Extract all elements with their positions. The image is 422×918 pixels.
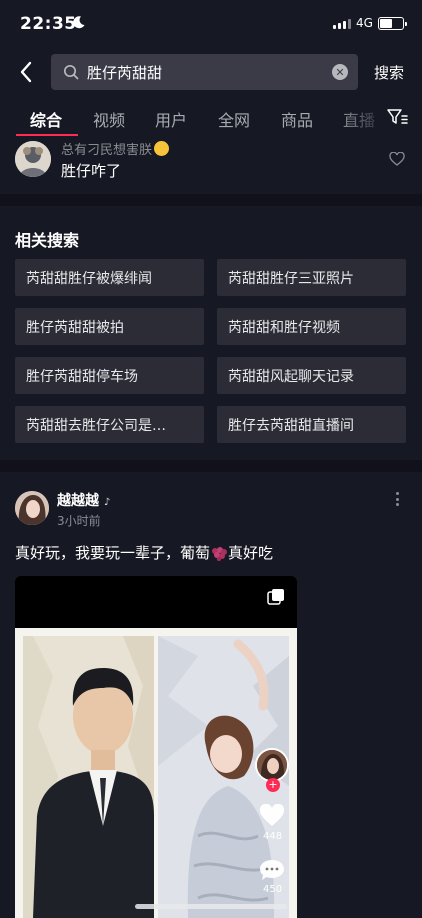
- dot-icon: [395, 503, 399, 506]
- like-count: 448: [263, 831, 283, 842]
- dot-icon: [395, 492, 399, 495]
- comment-count: 450: [263, 884, 283, 895]
- related-search-chip[interactable]: 芮甜甜去胜仔公司是…: [15, 406, 204, 443]
- like-icon[interactable]: [259, 804, 285, 828]
- man-portrait-image: [23, 636, 154, 918]
- avatar-image: [15, 491, 49, 525]
- status-bar: 22:35 4G: [0, 0, 422, 50]
- network-type: 4G: [356, 16, 373, 30]
- section-divider: [0, 194, 422, 206]
- comment-icon[interactable]: [259, 858, 285, 882]
- avatar-image: [15, 141, 51, 177]
- status-time: 22:35: [20, 14, 77, 34]
- grape-emoji-icon: [212, 547, 228, 561]
- chevron-left-icon: [20, 61, 32, 83]
- photo-man: [23, 636, 154, 918]
- search-icon: [63, 64, 79, 80]
- post-username[interactable]: 越越越 ♪: [57, 490, 110, 510]
- tab-products[interactable]: 商品: [281, 107, 313, 131]
- avatar[interactable]: [15, 491, 49, 525]
- tab-all[interactable]: 综合: [30, 107, 62, 131]
- creator-avatar[interactable]: [255, 748, 289, 782]
- comment-text: 胜仔咋了: [61, 162, 122, 180]
- video-thumbnail[interactable]: [15, 576, 297, 918]
- search-input[interactable]: 胜仔芮甜甜 ✕: [51, 54, 358, 90]
- comment-username[interactable]: 总有刁民想害朕: [61, 139, 170, 158]
- home-indicator[interactable]: [135, 904, 287, 909]
- related-search-chip[interactable]: 胜仔去芮甜甜直播间: [217, 406, 406, 443]
- search-button[interactable]: 搜索: [374, 62, 404, 83]
- comment-result[interactable]: 总有刁民想害朕 胜仔咋了: [0, 138, 422, 194]
- more-options-button[interactable]: [392, 490, 402, 508]
- signal-icon: [333, 19, 351, 29]
- thinking-emoji-icon: [154, 141, 170, 156]
- related-search-chip[interactable]: 芮甜甜风起聊天记录: [217, 357, 406, 394]
- multi-image-icon: [267, 589, 284, 605]
- clear-search-button[interactable]: ✕: [332, 64, 348, 80]
- tab-web[interactable]: 全网: [218, 107, 250, 131]
- plus-icon: +: [268, 778, 278, 791]
- active-tab-indicator: [16, 134, 78, 136]
- related-search-chip[interactable]: 芮甜甜胜仔被爆绯闻: [15, 259, 204, 296]
- moon-icon: [73, 16, 85, 29]
- tab-videos[interactable]: 视频: [93, 107, 125, 131]
- section-divider: [0, 460, 422, 472]
- post-time: 3小时前: [57, 514, 101, 528]
- related-searches-title: 相关搜索: [15, 231, 80, 250]
- related-search-chip[interactable]: 胜仔芮甜甜停车场: [15, 357, 204, 394]
- post-caption-start: 真好玩，我要玩一辈子，葡萄: [15, 544, 211, 562]
- music-icon: ♪: [103, 497, 111, 508]
- tabs-fade: [330, 100, 390, 136]
- filter-icon[interactable]: [386, 107, 408, 127]
- post-caption: 真好玩，我要玩一辈子，葡萄 真好吃: [15, 542, 273, 563]
- search-query: 胜仔芮甜甜: [87, 64, 163, 82]
- follow-button[interactable]: +: [266, 778, 280, 792]
- avatar[interactable]: [15, 141, 51, 177]
- back-button[interactable]: [14, 58, 38, 86]
- post-caption-end: 真好吃: [228, 544, 274, 562]
- related-search-chip[interactable]: 芮甜甜胜仔三亚照片: [217, 259, 406, 296]
- close-icon: ✕: [335, 65, 345, 79]
- avatar-image: [257, 750, 287, 780]
- heart-icon[interactable]: [389, 152, 405, 166]
- related-search-chip[interactable]: 芮甜甜和胜仔视频: [217, 308, 406, 345]
- dot-icon: [395, 497, 399, 501]
- tab-users[interactable]: 用户: [155, 107, 187, 131]
- battery-icon: [378, 17, 407, 30]
- related-search-chip[interactable]: 胜仔芮甜甜被拍: [15, 308, 204, 345]
